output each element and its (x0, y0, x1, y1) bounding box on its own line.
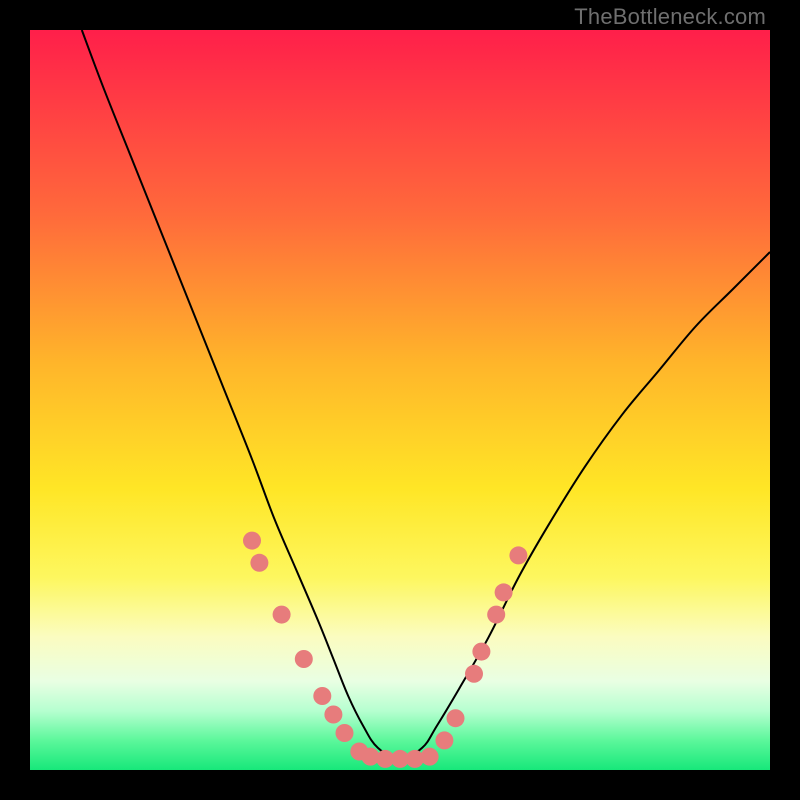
marker-dot (435, 731, 453, 749)
marker-dot (243, 532, 261, 550)
plot-area (30, 30, 770, 770)
marker-dot (421, 748, 439, 766)
marker-dot (495, 583, 513, 601)
curve-svg (30, 30, 770, 770)
chart-frame: TheBottleneck.com (0, 0, 800, 800)
markers-group (243, 532, 527, 768)
bottleneck-curve (82, 30, 770, 759)
marker-dot (324, 706, 342, 724)
marker-dot (273, 606, 291, 624)
marker-dot (487, 606, 505, 624)
marker-dot (472, 643, 490, 661)
curve-group (82, 30, 770, 759)
marker-dot (295, 650, 313, 668)
marker-dot (447, 709, 465, 727)
marker-dot (336, 724, 354, 742)
watermark-text: TheBottleneck.com (574, 4, 766, 30)
marker-dot (250, 554, 268, 572)
marker-dot (465, 665, 483, 683)
marker-dot (313, 687, 331, 705)
marker-dot (509, 546, 527, 564)
